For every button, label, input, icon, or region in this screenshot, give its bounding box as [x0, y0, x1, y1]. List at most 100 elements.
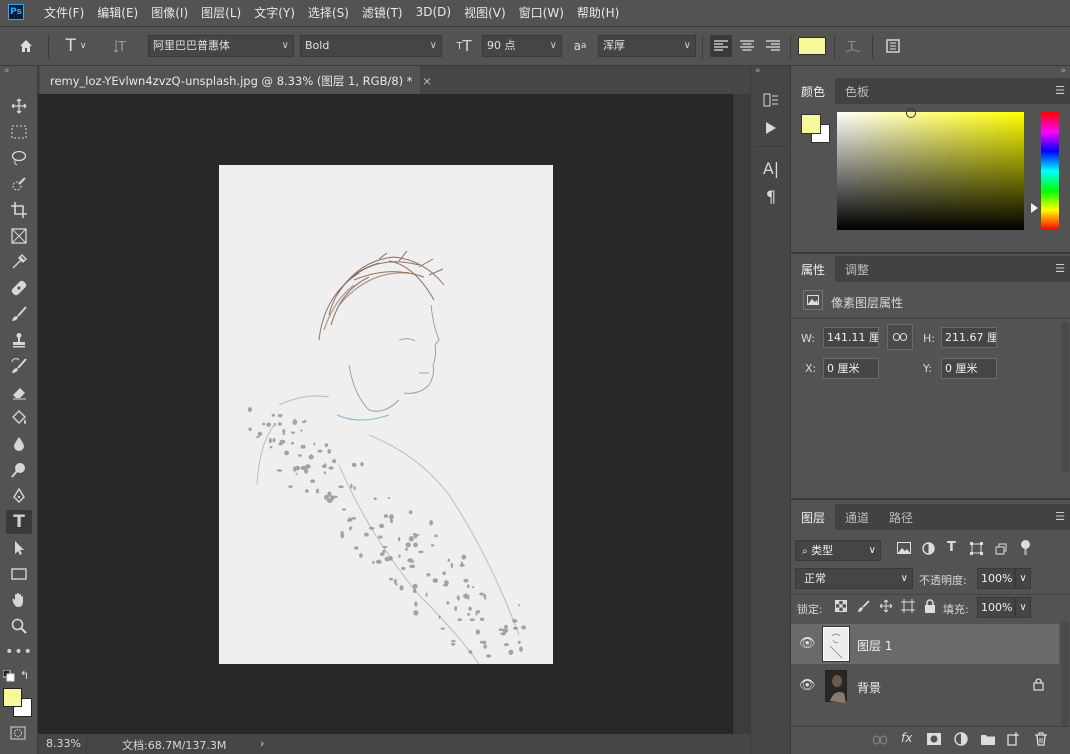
tab-color[interactable]: 颜色: [791, 78, 836, 104]
menu-image[interactable]: 图像(I): [151, 4, 188, 21]
menu-type[interactable]: 文字(Y): [254, 4, 295, 21]
x-field[interactable]: 0 厘米: [823, 358, 879, 379]
height-field[interactable]: 211.67 厘米: [941, 327, 997, 348]
tab-channels[interactable]: 通道: [835, 504, 879, 530]
paragraph-icon[interactable]: ¶: [758, 184, 784, 208]
tab-properties[interactable]: 属性: [791, 256, 836, 282]
menu-filter[interactable]: 滤镜(T): [362, 4, 403, 21]
blur-icon[interactable]: [6, 432, 32, 456]
fill-field[interactable]: 100%: [977, 597, 1015, 618]
collapse-icon[interactable]: »: [4, 66, 10, 76]
eyedropper-icon[interactable]: [6, 250, 32, 274]
foreground-color-swatch[interactable]: [3, 688, 22, 707]
new-layer-icon[interactable]: [1007, 732, 1020, 749]
blend-mode-select[interactable]: 正常 ∨: [795, 568, 913, 589]
close-icon[interactable]: ×: [422, 74, 432, 88]
filter-smart-object-icon[interactable]: [995, 542, 1007, 558]
canvas-area[interactable]: [38, 94, 733, 734]
tab-paths[interactable]: 路径: [879, 504, 923, 530]
actions-play-icon[interactable]: [758, 116, 784, 140]
quick-select-icon[interactable]: [6, 172, 32, 196]
menu-layer[interactable]: 图层(L): [201, 4, 241, 21]
crop-icon[interactable]: [6, 198, 32, 222]
foreground-color-swatch[interactable]: [801, 114, 821, 134]
font-style-select[interactable]: Bold ∨: [300, 35, 442, 57]
width-field[interactable]: 141.11 厘米: [823, 327, 879, 348]
healing-icon[interactable]: [6, 276, 32, 300]
color-picker-cursor[interactable]: [906, 108, 916, 118]
antialias-select[interactable]: 浑厚 ∨: [598, 35, 696, 57]
stamp-icon[interactable]: [6, 328, 32, 352]
menu-window[interactable]: 窗口(W): [519, 4, 564, 21]
text-orientation-icon[interactable]: T: [110, 35, 136, 57]
type-tool-preset-icon[interactable]: T ∨: [58, 35, 94, 57]
lasso-icon[interactable]: [6, 146, 32, 170]
filter-toggle-icon[interactable]: [1021, 540, 1031, 556]
delete-layer-icon[interactable]: [1035, 732, 1047, 749]
font-size-select[interactable]: 90 点 ∨: [482, 35, 562, 57]
filter-pixel-icon[interactable]: [897, 542, 911, 557]
collapse-icon[interactable]: »: [1060, 66, 1066, 76]
more-icon[interactable]: •••: [5, 640, 32, 664]
layers-scrollbar[interactable]: [1061, 622, 1069, 726]
filter-shape-icon[interactable]: [970, 542, 983, 558]
link-layers-icon[interactable]: [873, 734, 887, 748]
lock-pixels-icon[interactable]: [857, 599, 871, 616]
menu-view[interactable]: 视图(V): [464, 4, 506, 21]
align-left-icon[interactable]: [710, 35, 732, 57]
history-brush-icon[interactable]: [6, 354, 32, 378]
add-mask-icon[interactable]: [927, 733, 941, 748]
link-icon[interactable]: [887, 324, 913, 350]
frame-icon[interactable]: [6, 224, 32, 248]
brush-icon[interactable]: [6, 302, 32, 326]
tab-adjustments[interactable]: 调整: [835, 256, 879, 282]
lock-position-icon[interactable]: [879, 599, 893, 616]
status-menu-arrow[interactable]: ›: [260, 737, 264, 750]
visibility-eye-icon[interactable]: 👁: [799, 636, 816, 651]
menu-3d[interactable]: 3D(D): [416, 5, 451, 19]
tab-swatches[interactable]: 色板: [835, 78, 879, 104]
panel-menu-icon[interactable]: ☰: [1055, 262, 1065, 275]
zoom-level[interactable]: 8.33%: [46, 737, 81, 750]
lock-all-icon[interactable]: [924, 599, 936, 616]
font-family-select[interactable]: 阿里巴巴普惠体 ∨: [148, 35, 294, 57]
fx-icon[interactable]: fx: [901, 731, 912, 745]
visibility-eye-icon[interactable]: 👁: [799, 678, 816, 693]
eraser-icon[interactable]: [6, 380, 32, 404]
filter-type-icon[interactable]: T: [947, 540, 956, 555]
pen-icon[interactable]: [6, 484, 32, 508]
properties-scrollbar[interactable]: [1061, 322, 1069, 472]
filter-adjustment-icon[interactable]: [922, 542, 935, 558]
layer-row-background[interactable]: 👁 背景: [791, 666, 1059, 706]
zoom-icon[interactable]: [6, 614, 32, 638]
rectangle-icon[interactable]: [6, 562, 32, 586]
new-adjustment-icon[interactable]: [954, 732, 968, 749]
y-field[interactable]: 0 厘米: [941, 358, 997, 379]
opacity-dropdown-icon[interactable]: ∨: [1015, 568, 1031, 589]
document-tab[interactable]: remy_loz-YEvlwn4zvzQ-unsplash.jpg @ 8.33…: [40, 66, 432, 94]
lock-artboard-icon[interactable]: [901, 599, 915, 616]
text-color-swatch[interactable]: [798, 37, 826, 55]
lock-transparent-icon[interactable]: [835, 600, 847, 615]
layer-name[interactable]: 背景: [857, 679, 881, 696]
panel-menu-icon[interactable]: ☰: [1055, 84, 1065, 97]
align-right-icon[interactable]: [762, 35, 784, 57]
tab-layers[interactable]: 图层: [791, 504, 836, 530]
move-icon[interactable]: [6, 94, 32, 118]
default-colors-icon[interactable]: [2, 669, 15, 685]
menu-help[interactable]: 帮助(H): [577, 4, 619, 21]
bucket-icon[interactable]: [6, 406, 32, 430]
warp-text-icon[interactable]: T: [842, 35, 864, 57]
home-icon[interactable]: [14, 35, 38, 57]
menu-edit[interactable]: 编辑(E): [97, 4, 138, 21]
fill-dropdown-icon[interactable]: ∨: [1015, 597, 1031, 618]
type-icon[interactable]: T: [6, 510, 32, 534]
layer-filter-select[interactable]: ⌕ 类型 ∨: [795, 540, 881, 561]
vertical-scrollbar[interactable]: [733, 94, 750, 734]
menu-file[interactable]: 文件(F): [44, 4, 84, 21]
character-panel-icon[interactable]: [882, 35, 904, 57]
collapse-icon[interactable]: «: [755, 66, 761, 76]
hue-slider[interactable]: [1041, 112, 1059, 230]
path-select-icon[interactable]: [6, 536, 32, 560]
history-icon[interactable]: [758, 88, 784, 112]
